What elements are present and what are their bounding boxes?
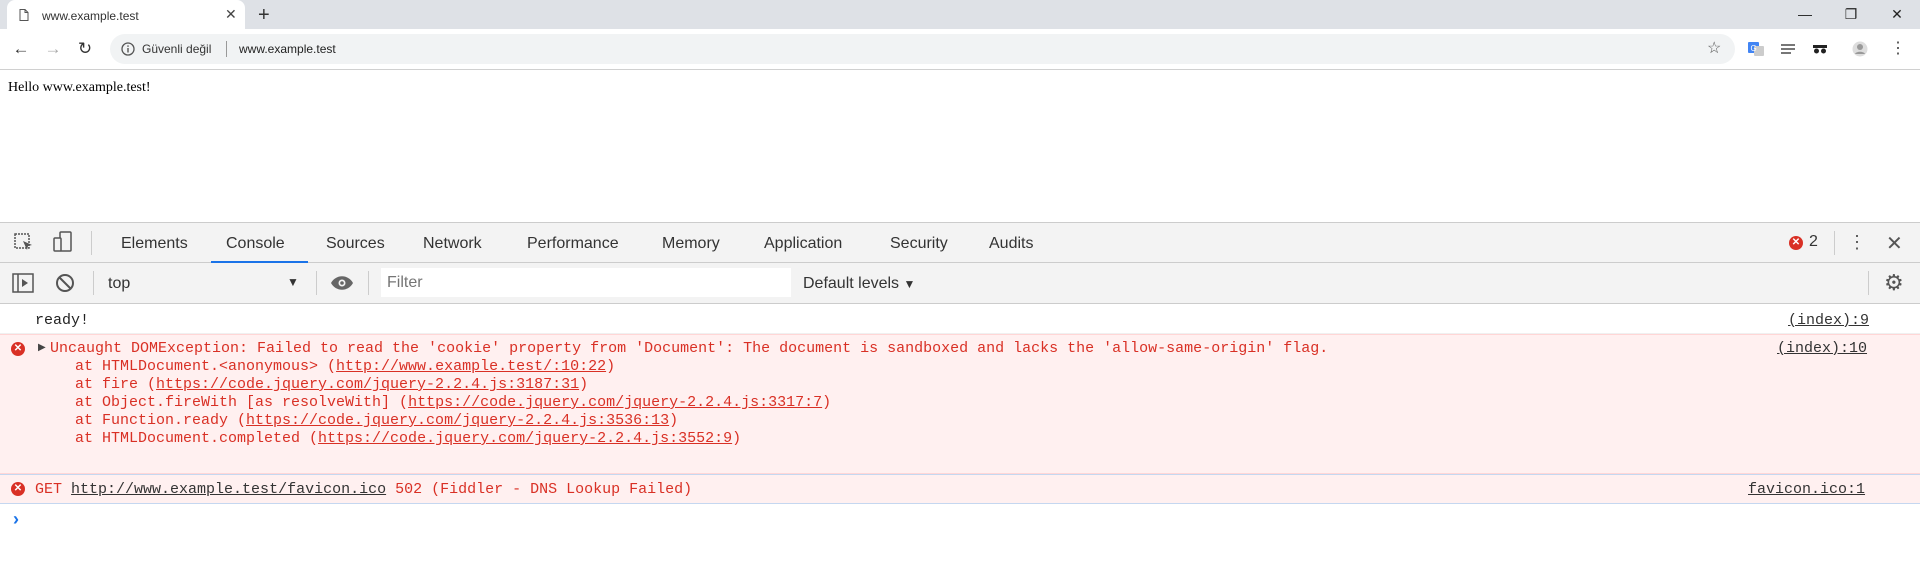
address-bar[interactable]: Güvenli değil www.example.test ☆ xyxy=(110,34,1735,64)
request-url[interactable]: http://www.example.test/favicon.ico xyxy=(71,481,386,498)
console-error-message: ✕ ▶ Uncaught DOMException: Failed to rea… xyxy=(0,334,1920,474)
expand-triangle-icon[interactable]: ▶ xyxy=(38,342,46,353)
divider xyxy=(316,271,317,295)
svg-text:G: G xyxy=(1751,44,1757,53)
live-expression-eye-icon[interactable] xyxy=(330,275,354,296)
forward-icon[interactable]: → xyxy=(42,38,64,60)
tab-memory[interactable]: Memory xyxy=(662,235,720,253)
omnibox-divider xyxy=(226,41,227,57)
stack-frame: at HTMLDocument.completed (https://code.… xyxy=(75,430,741,447)
divider xyxy=(91,231,92,255)
divider xyxy=(1868,271,1869,295)
stack-frame: at fire (https://code.jquery.com/jquery-… xyxy=(75,376,588,393)
divider xyxy=(1834,231,1835,255)
tab-elements[interactable]: Elements xyxy=(121,235,188,253)
stack-frame-link[interactable]: https://code.jquery.com/jquery-2.2.4.js:… xyxy=(156,376,579,393)
divider xyxy=(93,271,94,295)
tab-close-icon[interactable]: ✕ xyxy=(225,6,237,23)
log-text: ready! xyxy=(35,312,90,329)
devtools-close-icon[interactable]: ✕ xyxy=(1886,231,1903,256)
context-dropdown-icon[interactable]: ▼ xyxy=(287,275,299,289)
tab-security[interactable]: Security xyxy=(890,235,948,253)
restore-icon[interactable]: ❐ xyxy=(1836,4,1866,24)
stack-frame-prefix: at Object.fireWith [as resolveWith] ( xyxy=(75,394,409,411)
tab-console[interactable]: Console xyxy=(226,235,285,253)
stack-frame-link[interactable]: https://code.jquery.com/jquery-2.2.4.js:… xyxy=(408,394,822,411)
security-label: Güvenli değil xyxy=(142,42,212,56)
error-icon: ✕ xyxy=(11,342,25,356)
translate-extension-icon[interactable]: G xyxy=(1748,41,1764,57)
tab-application[interactable]: Application xyxy=(764,235,842,253)
minimize-icon[interactable]: — xyxy=(1790,4,1820,24)
stack-frame: at HTMLDocument.<anonymous> (http://www.… xyxy=(75,358,615,375)
console-log-message: ready! (index):9 xyxy=(0,305,1920,334)
log-levels-dropdown[interactable]: Default levels ▼ xyxy=(803,275,915,293)
network-error-text: GET http://www.example.test/favicon.ico … xyxy=(35,481,692,498)
devtools-tabbar: Elements Console Sources Network Perform… xyxy=(0,222,1920,263)
console-network-error: ✕ GET http://www.example.test/favicon.ic… xyxy=(0,474,1920,504)
error-text: Uncaught DOMException: Failed to read th… xyxy=(50,340,1329,357)
stack-frame-suffix: ) xyxy=(669,412,679,429)
page-text: Hello www.example.test! xyxy=(8,80,151,95)
tab-strip: www.example.test ✕ + — ❐ ✕ xyxy=(0,0,1920,29)
filter-input[interactable] xyxy=(381,268,791,297)
stack-frame-link[interactable]: https://code.jquery.com/jquery-2.2.4.js:… xyxy=(246,412,669,429)
response-status: 502 (Fiddler - DNS Lookup Failed) xyxy=(395,481,693,498)
show-sidebar-icon[interactable] xyxy=(12,273,34,298)
url-text[interactable]: www.example.test xyxy=(239,42,336,56)
tab-network[interactable]: Network xyxy=(423,235,482,253)
console-toolbar: top ▼ Default levels ▼ ⚙ xyxy=(0,263,1920,304)
profile-avatar-icon[interactable] xyxy=(1852,41,1868,57)
page-icon xyxy=(19,8,29,26)
stack-frame-prefix: at HTMLDocument.<anonymous> ( xyxy=(75,358,337,375)
stack-frame-suffix: ) xyxy=(606,358,616,375)
stack-frame-suffix: ) xyxy=(732,430,742,447)
stack-frame-suffix: ) xyxy=(822,394,832,411)
stack-frame-prefix: at fire ( xyxy=(75,376,157,393)
stack-frame-prefix: at HTMLDocument.completed ( xyxy=(75,430,319,447)
browser-tab[interactable]: www.example.test ✕ xyxy=(7,0,245,29)
console-input[interactable] xyxy=(30,506,1910,532)
console-prompt-icon[interactable]: › xyxy=(13,509,19,530)
new-tab-button[interactable]: + xyxy=(258,3,270,27)
source-link[interactable]: (index):10 xyxy=(1777,340,1867,357)
error-icon: ✕ xyxy=(11,482,25,496)
chrome-menu-icon[interactable]: ⋮ xyxy=(1890,41,1906,57)
device-toolbar-icon[interactable] xyxy=(53,231,73,258)
reload-icon[interactable]: ↻ xyxy=(74,38,96,60)
stack-frame-link[interactable]: https://code.jquery.com/jquery-2.2.4.js:… xyxy=(318,430,732,447)
back-icon[interactable]: ← xyxy=(10,38,32,60)
error-icon: ✕ xyxy=(1789,236,1803,250)
stack-frame-link[interactable]: http://www.example.test/:10:22 xyxy=(336,358,606,375)
tab-sources[interactable]: Sources xyxy=(326,235,385,253)
clear-console-icon[interactable] xyxy=(55,273,75,298)
info-icon[interactable] xyxy=(121,42,135,61)
tab-title: www.example.test xyxy=(42,9,139,23)
divider xyxy=(368,271,369,295)
reader-extension-icon[interactable] xyxy=(1780,41,1796,57)
log-levels-label: Default levels xyxy=(803,275,900,292)
browser-toolbar: ← → ↻ Güvenli değil www.example.test ☆ G… xyxy=(0,29,1920,70)
stack-frame: at Object.fireWith [as resolveWith] (htt… xyxy=(75,394,831,411)
inspect-element-icon[interactable] xyxy=(14,233,34,258)
bookmark-star-icon[interactable]: ☆ xyxy=(1707,38,1721,58)
stack-frame: at Function.ready (https://code.jquery.c… xyxy=(75,412,678,429)
window-close-icon[interactable]: ✕ xyxy=(1882,4,1912,24)
stack-frame-suffix: ) xyxy=(579,376,589,393)
incognito-extension-icon[interactable] xyxy=(1812,41,1828,57)
stack-frame-prefix: at Function.ready ( xyxy=(75,412,247,429)
context-selector[interactable]: top xyxy=(108,275,130,293)
request-method: GET xyxy=(35,481,63,498)
tab-audits[interactable]: Audits xyxy=(989,235,1033,253)
tab-performance[interactable]: Performance xyxy=(527,235,619,253)
console-settings-gear-icon[interactable]: ⚙ xyxy=(1884,272,1904,294)
levels-dropdown-icon: ▼ xyxy=(903,277,916,291)
source-link[interactable]: favicon.ico:1 xyxy=(1748,481,1865,498)
devtools-menu-icon[interactable]: ⋮ xyxy=(1848,232,1866,253)
error-count[interactable]: 2 xyxy=(1809,233,1818,251)
source-link[interactable]: (index):9 xyxy=(1788,312,1869,329)
